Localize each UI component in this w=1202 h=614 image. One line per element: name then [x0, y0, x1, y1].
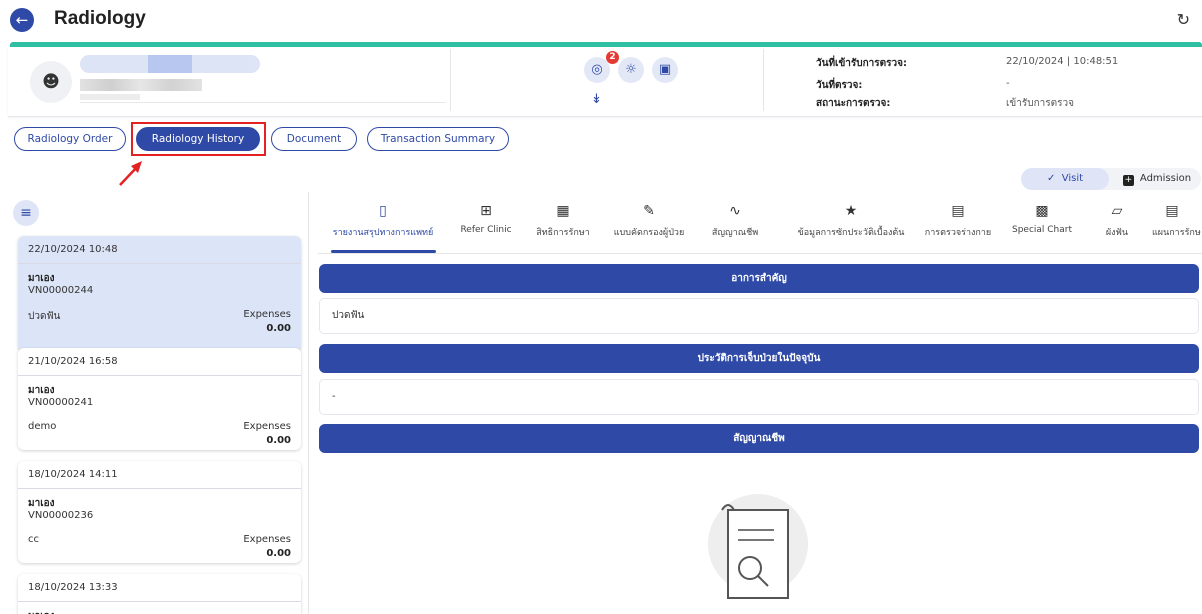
toggle-visit[interactable]: ✓ Visit	[1021, 168, 1109, 190]
highlight-box	[131, 122, 266, 156]
section-tab-label: แผนการรักษ	[1152, 228, 1201, 238]
section-header-chief-complaint: อาการสำคัญ	[319, 264, 1199, 293]
section-tab-label: สัญญาณชีพ	[711, 228, 759, 238]
refresh-icon[interactable]: ↻	[1177, 10, 1190, 29]
expenses-value: 0.00	[266, 323, 291, 334]
visit-date: 22/10/2024 10:48	[28, 244, 118, 255]
section-header-present-illness: ประวัติการเจ็บป่วยในปัจจุบัน	[319, 344, 1199, 373]
visit-type: มาเอง	[28, 498, 55, 509]
plan-icon: ▤	[1165, 203, 1179, 219]
annotation-arrow	[119, 161, 142, 186]
visit-card[interactable]: 18/10/2024 14:11 มาเอง VN00000236 cc Exp…	[18, 461, 301, 563]
visit-number: VN00000236	[28, 510, 94, 521]
visit-note: cc	[28, 534, 39, 545]
visit-type: มาเอง	[28, 609, 55, 614]
info-label: วันที่ตรวจ:	[816, 80, 863, 91]
toggle-admission-label: Admission	[1139, 173, 1192, 184]
expenses-value: 0.00	[266, 548, 291, 559]
visit-card[interactable]: 22/10/2024 10:48 มาเอง VN00000244 ปวดฟัน…	[18, 236, 301, 352]
pulse-icon: ∿	[729, 203, 741, 219]
info-label: สถานะการตรวจ:	[816, 98, 891, 109]
visit-admission-toggle: ✓ Visit + Admission	[1021, 168, 1201, 190]
expenses-label: Expenses	[243, 309, 291, 320]
alert-badge: 2	[606, 51, 619, 64]
visit-card[interactable]: 18/10/2024 13:33 มาเอง	[18, 574, 301, 614]
expenses-label: Expenses	[243, 421, 291, 432]
patient-id-redacted	[80, 79, 202, 91]
filter-icon[interactable]: ≡	[13, 200, 39, 226]
document-icon: ▯	[379, 203, 387, 219]
toggle-admission[interactable]: + Admission	[1113, 168, 1201, 190]
visit-date: 18/10/2024 13:33	[28, 582, 118, 593]
section-tab-label: รายงานสรุปทางการแพทย์	[332, 228, 434, 238]
double-chevron-down-icon[interactable]: ↡	[591, 92, 602, 107]
section-tab-treatment-plan[interactable]: ▤ แผนการรักษ	[1124, 202, 1202, 239]
visit-number: VN00000244	[28, 285, 94, 296]
section-header-vital-signs: สัญญาณชีพ	[319, 424, 1199, 453]
tab-transaction-summary[interactable]: Transaction Summary	[367, 127, 509, 151]
empty-document-icon	[708, 494, 808, 599]
body-icon: ★	[844, 203, 858, 219]
visit-number: VN00000241	[28, 397, 94, 408]
section-tab-label: ข้อมูลการซักประวัติเบื้องต้น	[797, 228, 905, 238]
sun-icon[interactable]: ☼	[618, 57, 644, 83]
visit-type: มาเอง	[28, 385, 55, 396]
visit-card[interactable]: 21/10/2024 16:58 มาเอง VN00000241 demo E…	[18, 348, 301, 450]
back-arrow-icon[interactable]: ←	[10, 8, 34, 32]
visit-date: 18/10/2024 14:11	[28, 469, 118, 480]
top-bar: ← Radiology ↻	[0, 0, 1202, 42]
admission-icon: +	[1122, 175, 1134, 186]
patient-extra-redacted	[80, 94, 140, 100]
visit-note: ปวดฟัน	[28, 311, 61, 322]
tab-radiology-order[interactable]: Radiology Order	[14, 127, 126, 151]
section-tab-vital-signs[interactable]: ∿ สัญญาณชีพ	[680, 202, 790, 239]
visit-note: demo	[28, 421, 57, 432]
section-body-present-illness: -	[319, 379, 1199, 415]
visit-date: 21/10/2024 16:58	[28, 356, 118, 367]
section-tab-history-taking[interactable]: ★ ข้อมูลการซักประวัติเบื้องต้น	[786, 202, 916, 239]
patient-name-redacted	[80, 55, 260, 73]
person-icon: ☻	[30, 61, 72, 103]
note-icon[interactable]: ▣	[652, 57, 678, 83]
toggle-visit-label: Visit	[1061, 173, 1084, 184]
expenses-value: 0.00	[266, 435, 291, 446]
visit-type: มาเอง	[28, 273, 55, 284]
info-value: -	[1006, 78, 1010, 89]
info-label: วันที่เข้ารับการตรวจ:	[816, 58, 908, 69]
section-tab-medical-summary[interactable]: ▯ รายงานสรุปทางการแพทย์	[328, 202, 438, 239]
page-title: Radiology	[54, 8, 146, 29]
expenses-label: Expenses	[243, 534, 291, 545]
patient-card: ☻ ◎ 2 ☼ ▣ ↡ วันที่เข้ารับการตรวจ: 22/10/…	[8, 47, 1202, 117]
info-value: เข้ารับการตรวจ	[1006, 98, 1074, 109]
section-body-chief-complaint: ปวดฟัน	[319, 298, 1199, 334]
tab-document[interactable]: Document	[271, 127, 357, 151]
info-value: 22/10/2024 | 10:48:51	[1006, 56, 1119, 67]
